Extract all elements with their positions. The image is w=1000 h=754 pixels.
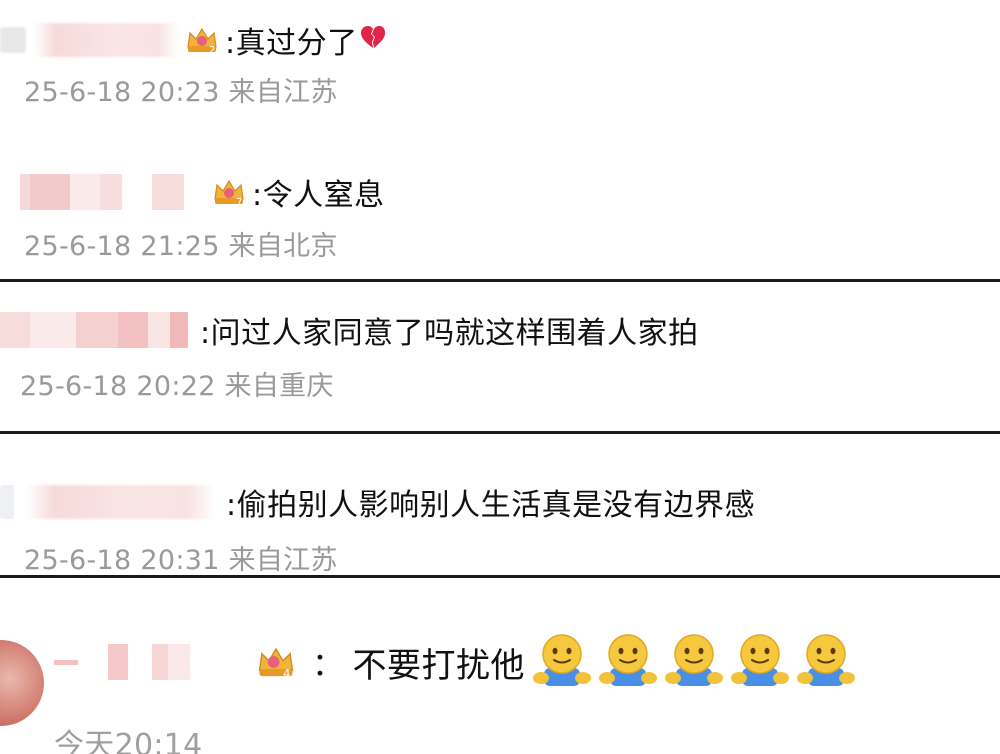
- smiley-doll-emoji-icon: [533, 632, 592, 692]
- fan-crown-badge-icon: 7: [212, 177, 246, 207]
- comment-meta: 25-6-18 20:23 来自江苏: [24, 77, 338, 108]
- comment-text: :真过分了: [225, 26, 358, 61]
- badge-level-label: 2: [209, 45, 215, 55]
- badge-level-label: 7: [236, 197, 242, 207]
- broken-heart-icon: [360, 25, 386, 55]
- fan-crown-badge-icon: 2: [185, 25, 219, 55]
- comment-item: :偷拍别人影响别人生活真是没有边界感 25-6-18 20:31 来自江苏: [0, 434, 1000, 576]
- emoji-row: [525, 632, 856, 692]
- comment-item: 2 :真过分了 25-6-18 20:23 来自江苏: [0, 0, 1000, 128]
- username-blurred[interactable]: [0, 485, 14, 519]
- smiley-doll-emoji-icon: [797, 632, 856, 692]
- comment-text: :偷拍别人影响别人生活真是没有边界感: [226, 488, 756, 523]
- comment-meta: 25-6-18 20:22 来自重庆: [20, 371, 334, 402]
- username-blurred[interactable]: [54, 644, 250, 680]
- smiley-doll-emoji-icon: [599, 632, 658, 692]
- comment-meta: 今天20:14: [54, 728, 203, 754]
- username-blurred[interactable]: [26, 485, 216, 519]
- username-blurred[interactable]: [0, 27, 26, 53]
- comment-item: :问过人家同意了吗就这样围着人家拍 25-6-18 20:22 来自重庆: [0, 282, 1000, 432]
- username-blurred[interactable]: [34, 23, 179, 57]
- comment-text: 不要打扰他: [352, 645, 526, 686]
- comment-item: 4 ： 不要打扰他 今天20:14: [0, 578, 1000, 754]
- comment-text: :问过人家同意了吗就这样围着人家拍: [200, 316, 699, 351]
- comment-item: 7 :令人窒息 25-6-18 21:25 来自北京: [0, 128, 1000, 280]
- smiley-doll-emoji-icon: [731, 632, 790, 692]
- fan-crown-badge-icon: 4: [256, 643, 296, 681]
- smiley-doll-emoji-icon: [665, 632, 724, 692]
- comment-text: :令人窒息: [252, 178, 385, 213]
- badge-level-label: 4: [283, 666, 290, 680]
- comment-meta: 25-6-18 20:31 来自江苏: [24, 545, 338, 576]
- comment-meta: 25-6-18 21:25 来自北京: [24, 231, 338, 262]
- username-blurred[interactable]: [0, 312, 200, 348]
- comment-colon: ：: [312, 645, 345, 683]
- username-blurred[interactable]: [20, 174, 206, 210]
